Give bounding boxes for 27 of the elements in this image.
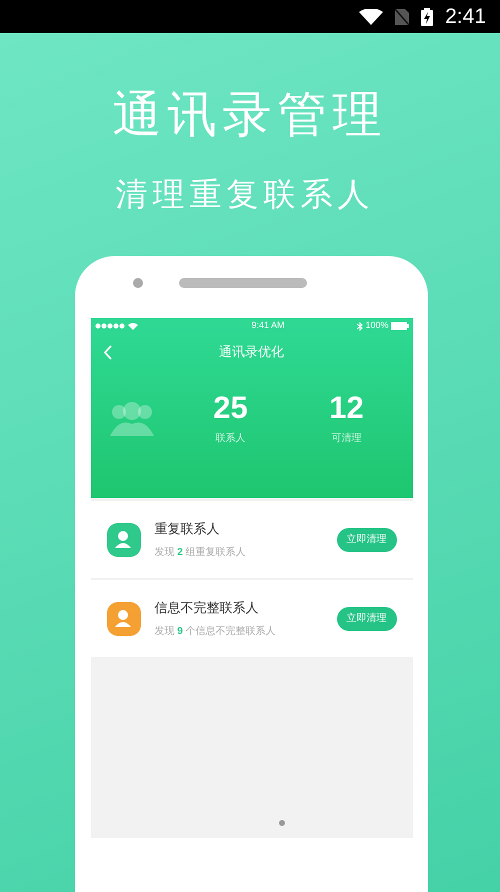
subheadline: 清理重复联系人	[116, 178, 374, 210]
battery-percent: 100%	[365, 319, 388, 332]
screen-title: 通讯录优化	[219, 343, 284, 362]
contacts-group-icon	[108, 402, 154, 436]
battery-charging-icon	[421, 8, 434, 26]
stat-label: 可清理	[332, 432, 362, 446]
stat-value: 12	[329, 392, 364, 423]
list-item[interactable]: 信息不完整联系人 发现 9 个信息不完整联系人 立即清理	[90, 580, 412, 657]
item-title: 重复联系人	[154, 520, 220, 538]
back-icon[interactable]	[102, 344, 112, 360]
clock: 2:41	[445, 4, 486, 30]
bluetooth-icon	[357, 322, 364, 330]
camera-icon	[132, 278, 142, 288]
list-item[interactable]: 重复联系人 发现 2 组重复联系人 立即清理	[90, 501, 412, 578]
item-title: 信息不完整联系人	[154, 599, 260, 618]
no-sim-icon	[395, 8, 410, 24]
phone-time: 9:41 AM	[251, 319, 284, 332]
wifi-icon	[359, 8, 384, 24]
battery-icon	[390, 322, 408, 330]
stat-label: 联系人	[216, 432, 246, 446]
headline: 通讯录管理	[112, 91, 388, 140]
signal-icon	[94, 322, 138, 330]
speaker-icon	[178, 278, 306, 288]
stat-value: 25	[213, 392, 248, 423]
item-description: 发现 2 组重复联系人	[154, 546, 247, 560]
page-indicator	[278, 820, 284, 826]
item-description: 发现 9 个信息不完整联系人	[154, 624, 277, 639]
